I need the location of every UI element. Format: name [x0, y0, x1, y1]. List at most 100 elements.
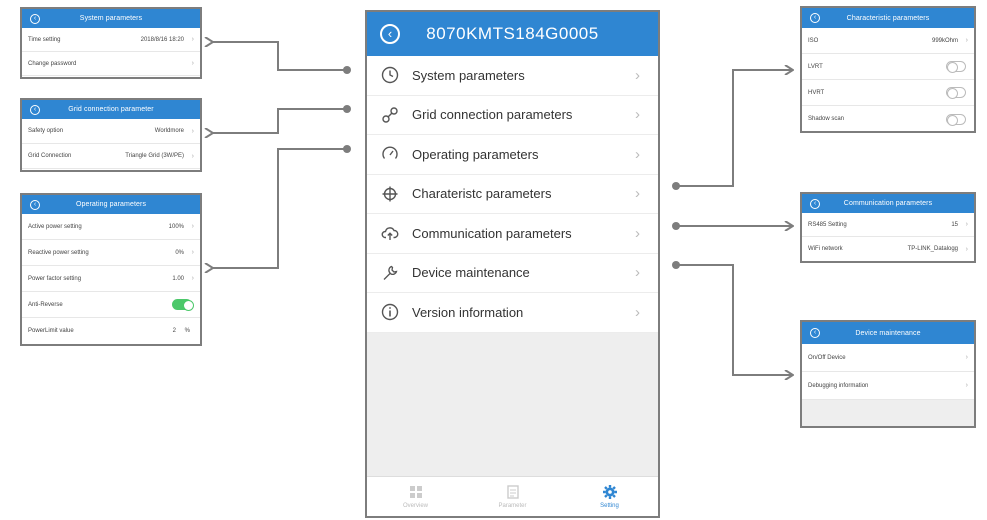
- anti-reverse-row: Anti-Reverse: [22, 292, 200, 318]
- row-label: ISO: [808, 37, 819, 44]
- menu-item-grid-connection[interactable]: Grid connection parameters ›: [367, 96, 658, 135]
- time-setting-row[interactable]: Time setting 2018/8/16 18:20 ›: [22, 28, 200, 52]
- row-label: RS485 Setting: [808, 221, 847, 228]
- grid-connection-row[interactable]: Grid Connection Triangle Grid (3W/PE) ›: [22, 144, 200, 169]
- tab-label: Setting: [600, 503, 619, 509]
- row-value: 2018/8/16 18:20: [140, 36, 184, 43]
- info-icon: [379, 301, 401, 323]
- row-label: LVRT: [808, 63, 823, 70]
- row-value: 15: [951, 221, 958, 228]
- chevron-right-icon: ›: [965, 245, 968, 253]
- grid-icon: [409, 484, 423, 500]
- chevron-right-icon: ›: [965, 37, 968, 44]
- row-label: Safety option: [28, 128, 64, 134]
- menu-item-communication-parameters[interactable]: Communication parameters ›: [367, 214, 658, 254]
- app-header: ‹ 8070KMTS184G0005: [367, 12, 658, 56]
- chevron-right-icon: ›: [191, 60, 194, 67]
- row-value: TP-LINK_Datalogg: [907, 246, 958, 252]
- cloud-upload-icon: [379, 222, 401, 244]
- chevron-right-icon: ›: [965, 221, 968, 228]
- empty-content-area: [802, 400, 974, 426]
- back-icon[interactable]: ‹: [30, 199, 40, 210]
- chevron-right-icon: ›: [965, 354, 968, 361]
- power-limit-row: PowerLimit value 2 %: [22, 318, 200, 344]
- reactive-power-row[interactable]: Reactive power setting 0% ›: [22, 240, 200, 266]
- row-label: Debugging information: [808, 382, 869, 389]
- menu-item-label: Operating parameters: [412, 146, 539, 162]
- panel-title: Characteristic parameters: [846, 14, 930, 22]
- back-icon[interactable]: ‹: [810, 198, 820, 209]
- crosshair-icon: [379, 183, 401, 205]
- connector-grid: [213, 108, 347, 133]
- lvrt-toggle[interactable]: [946, 61, 966, 73]
- anti-reverse-toggle[interactable]: [172, 299, 194, 311]
- chevron-right-icon: ›: [635, 303, 640, 321]
- menu-item-characteristic-parameters[interactable]: Charateristc parameters ›: [367, 175, 658, 214]
- wrench-icon: [379, 262, 401, 284]
- menu-item-label: Device maintenance: [412, 265, 530, 281]
- chevron-right-icon: ›: [635, 264, 640, 282]
- shadow-scan-toggle[interactable]: [946, 113, 966, 126]
- connector-characteristic: [676, 70, 793, 187]
- menu-item-system-parameters[interactable]: System parameters ›: [367, 56, 658, 96]
- on-off-device-row[interactable]: On/Off Device ›: [802, 344, 974, 372]
- debugging-information-row[interactable]: Debugging information ›: [802, 372, 974, 400]
- back-icon[interactable]: ‹: [30, 13, 40, 24]
- document-icon: [506, 484, 519, 500]
- back-icon[interactable]: ‹: [380, 24, 400, 44]
- operating-parameters-panel: ‹ Operating parameters Active power sett…: [20, 193, 202, 346]
- menu-item-label: Grid connection parameters: [412, 107, 573, 123]
- panel-header: ‹ System parameters: [22, 9, 200, 28]
- link-icon: [379, 104, 401, 126]
- connector-maintenance: [676, 264, 793, 375]
- row-label: Change password: [28, 60, 77, 67]
- menu-item-label: Charateristc parameters: [412, 186, 552, 202]
- connector-system: [213, 42, 347, 71]
- communication-parameters-panel: ‹ Communication parameters RS485 Setting…: [800, 192, 976, 263]
- panel-title: Device maintenance: [855, 329, 921, 337]
- chevron-right-icon: ›: [191, 249, 194, 256]
- gear-icon: [602, 484, 618, 500]
- device-maintenance-panel: ‹ Device maintenance On/Off Device › Deb…: [800, 320, 976, 428]
- hvrt-row: HVRT: [802, 80, 974, 106]
- row-label: PowerLimit value: [28, 328, 74, 334]
- change-password-row[interactable]: Change password ›: [22, 52, 200, 76]
- characteristic-parameters-panel: ‹ Characteristic parameters ISO 999kOhm …: [800, 6, 976, 133]
- chevron-right-icon: ›: [635, 66, 640, 84]
- tab-overview[interactable]: Overview: [367, 477, 464, 516]
- rs485-setting-row[interactable]: RS485 Setting 15 ›: [802, 213, 974, 237]
- active-power-row[interactable]: Active power setting 100% ›: [22, 214, 200, 240]
- hvrt-toggle[interactable]: [946, 87, 966, 99]
- tab-parameter[interactable]: Parameter: [464, 477, 561, 516]
- back-icon[interactable]: ‹: [810, 328, 820, 338]
- power-limit-input[interactable]: 2: [173, 328, 176, 334]
- chevron-right-icon: ›: [191, 36, 194, 43]
- phone-settings-screen: ‹ 8070KMTS184G0005 System parameters › G…: [365, 10, 660, 518]
- gauge-icon: [379, 143, 401, 165]
- chevron-right-icon: ›: [635, 185, 640, 203]
- row-value: 0%: [175, 249, 184, 256]
- safety-option-row[interactable]: Safety option Worldmore ›: [22, 119, 200, 144]
- grid-connection-panel: ‹ Grid connection parameter Safety optio…: [20, 98, 202, 172]
- row-label: Power factor setting: [28, 275, 82, 282]
- menu-item-device-maintenance[interactable]: Device maintenance ›: [367, 254, 658, 293]
- row-label: Reactive power setting: [28, 249, 89, 256]
- iso-row[interactable]: ISO 999kOhm ›: [802, 28, 974, 54]
- row-label: On/Off Device: [808, 354, 846, 361]
- wifi-network-row[interactable]: WiFi network TP-LINK_Datalogg ›: [802, 237, 974, 261]
- bottom-tab-bar: Overview Parameter Setting: [367, 476, 658, 516]
- tab-label: Overview: [402, 503, 428, 509]
- row-label: Anti-Reverse: [28, 301, 63, 308]
- row-value: 1.00: [172, 275, 184, 282]
- back-icon[interactable]: ‹: [810, 13, 820, 23]
- chevron-right-icon: ›: [191, 223, 194, 230]
- row-label: Active power setting: [28, 223, 82, 230]
- panel-title: Grid connection parameter: [68, 106, 154, 113]
- power-factor-row[interactable]: Power factor setting 1.00 ›: [22, 266, 200, 292]
- tab-setting[interactable]: Setting: [561, 477, 658, 516]
- menu-item-operating-parameters[interactable]: Operating parameters ›: [367, 135, 658, 175]
- back-icon[interactable]: ‹: [30, 104, 40, 115]
- menu-item-version-information[interactable]: Version information ›: [367, 293, 658, 333]
- chevron-right-icon: ›: [191, 127, 194, 135]
- connector-operating: [213, 148, 347, 268]
